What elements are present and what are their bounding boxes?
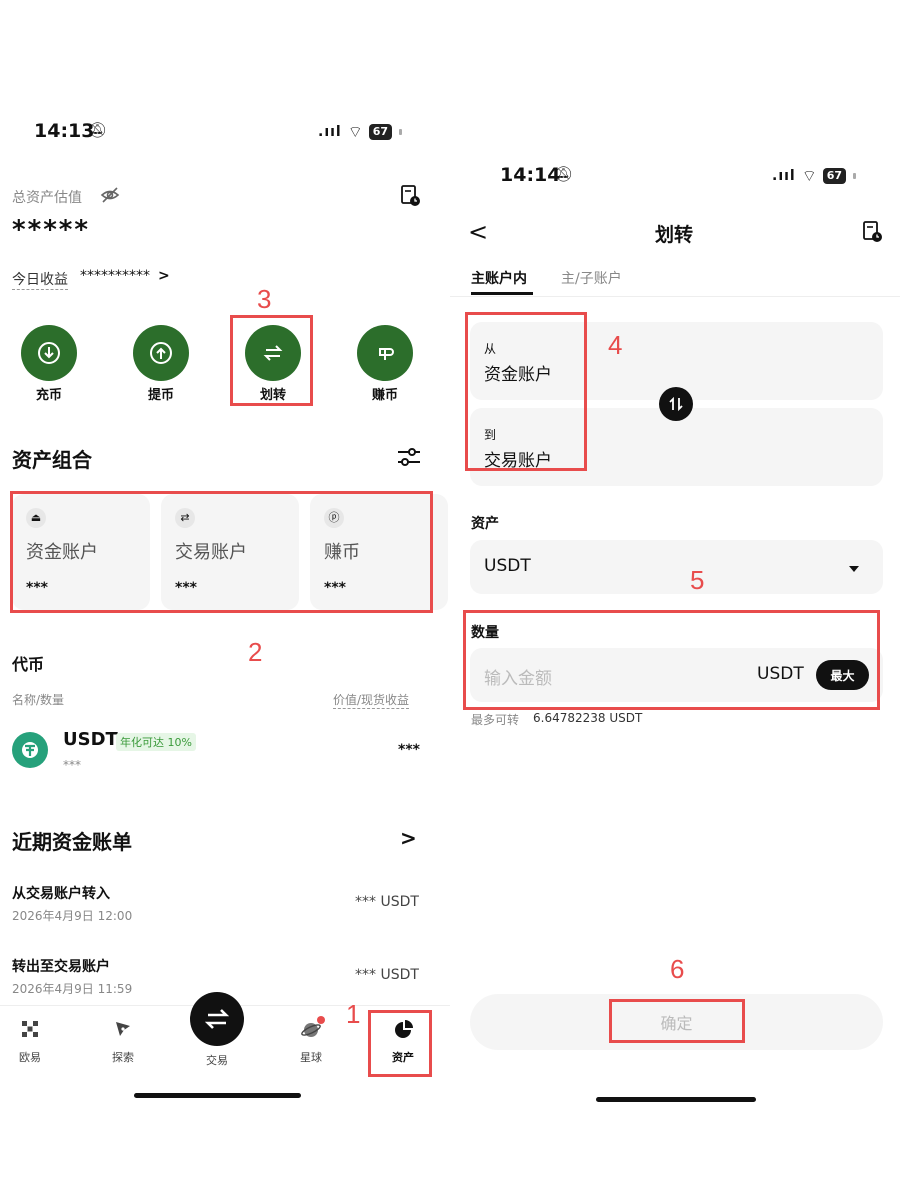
deposit-label: 充币: [35, 388, 62, 403]
home-indicator: [596, 1097, 756, 1102]
bell-muted-icon: 🔕︎: [554, 165, 574, 183]
annotation-number-6: 6: [670, 954, 685, 984]
filter-sliders-icon[interactable]: [396, 446, 422, 472]
status-icons: .ııl ⌔ 67: [318, 122, 403, 142]
earn-button[interactable]: [357, 325, 413, 381]
battery-icon: 67: [368, 124, 393, 140]
back-button[interactable]: <: [468, 218, 488, 246]
today-income-value: **********: [80, 268, 150, 284]
available-label: 最多可转: [471, 713, 520, 727]
withdraw-button[interactable]: [133, 325, 189, 381]
recent-bills-title: 近期资金账单: [12, 830, 132, 854]
today-income-chevron[interactable]: >: [158, 268, 170, 284]
tabs-divider: [450, 296, 900, 297]
annotation-box-5: [463, 610, 880, 710]
asset-value: USDT: [484, 556, 531, 576]
status-icons: .ııl ⌔ 67: [772, 166, 857, 186]
earn-icon: [357, 325, 413, 381]
compass-icon: [93, 1020, 153, 1043]
tab-main-account[interactable]: 主账户内: [471, 268, 527, 288]
signal-icon: .ııl: [318, 124, 342, 140]
annotation-box-1: [368, 1010, 432, 1077]
tokens-title: 代币: [12, 655, 45, 674]
deposit-button[interactable]: [21, 325, 77, 381]
col-value-pnl[interactable]: 价值/现货收益: [333, 691, 410, 709]
nav-item-planet[interactable]: 星球: [281, 1016, 341, 1065]
token-symbol: USDT: [63, 729, 118, 750]
eye-hidden-icon[interactable]: [100, 185, 120, 209]
annotation-box-4: [465, 312, 587, 471]
history-icon[interactable]: [862, 220, 884, 248]
usdt-logo-icon: [12, 732, 48, 768]
withdraw-icon: [133, 325, 189, 381]
nav-label: 交易: [206, 1054, 228, 1067]
history-icon[interactable]: [400, 184, 422, 212]
wifi-icon: ⌔: [801, 166, 817, 185]
bell-muted-icon: 🔕︎: [88, 121, 108, 139]
planet-icon: [281, 1016, 341, 1045]
bill-amount: *** USDT: [355, 894, 419, 910]
annotation-box-2: [10, 491, 433, 613]
token-qty: ***: [63, 758, 81, 772]
battery-tip: [853, 173, 857, 179]
dropdown-caret-icon: [848, 559, 860, 578]
total-assets-label: 总资产估值: [12, 190, 82, 206]
asset-label: 资产: [471, 516, 499, 532]
wifi-icon: ⌔: [347, 122, 363, 141]
bill-title: 转出至交易账户: [12, 959, 110, 975]
annotation-number-5: 5: [690, 565, 705, 595]
annotation-number-4: 4: [608, 330, 623, 360]
tab-active-indicator: [471, 292, 533, 295]
status-time: 14:14: [500, 164, 561, 186]
signal-icon: .ııl: [772, 168, 796, 184]
deposit-icon: [21, 325, 77, 381]
token-value: ***: [398, 742, 420, 758]
nav-label: 探索: [112, 1051, 134, 1064]
bill-amount: *** USDT: [355, 967, 419, 983]
token-badge: 年化可达 10%: [116, 731, 196, 751]
status-time: 14:13: [34, 120, 95, 142]
swap-vertical-icon: [669, 396, 683, 412]
annotation-number-3: 3: [257, 284, 272, 314]
recent-bills-chevron[interactable]: >: [400, 826, 417, 850]
swap-direction-button[interactable]: [659, 387, 693, 421]
total-assets-value: *****: [12, 215, 90, 245]
home-indicator: [134, 1093, 301, 1098]
bill-time: 2026年4月9日 11:59: [12, 982, 133, 996]
col-name-qty: 名称/数量: [12, 693, 65, 707]
asset-select[interactable]: USDT: [470, 540, 883, 594]
nav-item-trade[interactable]: [190, 992, 244, 1046]
withdraw-label: 提币: [147, 388, 174, 403]
okx-icon: [0, 1020, 60, 1043]
bill-title: 从交易账户转入: [12, 886, 110, 902]
battery-tip: [399, 129, 403, 135]
trade-icon: [204, 1009, 230, 1029]
annotation-box-6: [609, 999, 745, 1043]
nav-label: 欧易: [19, 1051, 41, 1064]
bill-time: 2026年4月9日 12:00: [12, 909, 133, 923]
tab-sub-account[interactable]: 主/子账户: [561, 268, 622, 288]
nav-label: 星球: [300, 1051, 322, 1064]
earn-label: 赚币: [371, 388, 398, 403]
notification-dot: [317, 1016, 325, 1024]
portfolio-title: 资产组合: [12, 448, 92, 472]
annotation-number-1: 1: [346, 999, 361, 1029]
annotation-number-2: 2: [248, 637, 263, 667]
available-value: 6.64782238 USDT: [533, 711, 643, 725]
annotation-box-3: [230, 315, 313, 406]
nav-item-okx[interactable]: 欧易: [0, 1020, 60, 1065]
page-title: 划转: [655, 224, 694, 246]
nav-item-explore[interactable]: 探索: [93, 1020, 153, 1065]
battery-icon: 67: [822, 168, 847, 184]
today-income-label[interactable]: 今日收益: [12, 269, 68, 290]
